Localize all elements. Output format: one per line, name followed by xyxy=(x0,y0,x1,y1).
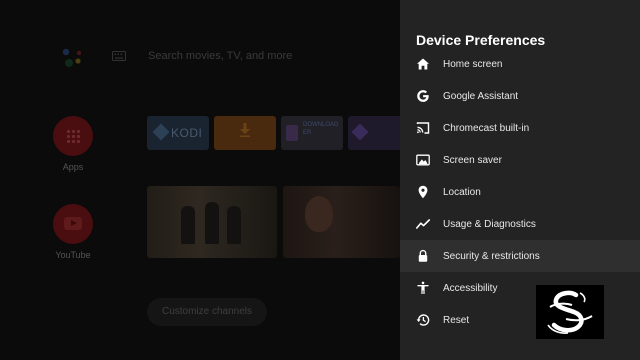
gothic-s-logo-icon xyxy=(547,290,593,334)
home-icon xyxy=(416,57,430,71)
kodi-logo-icon xyxy=(152,123,170,141)
google-g-icon xyxy=(416,89,430,103)
channel-watermark-logo xyxy=(536,285,604,339)
preview-figure xyxy=(205,202,219,244)
youtube-label: YouTube xyxy=(55,250,91,260)
menu-item-label: Accessibility xyxy=(443,282,498,294)
channel-preview-card[interactable] xyxy=(147,186,277,258)
menu-item-label: Home screen xyxy=(443,58,503,70)
customize-channels-button[interactable]: Customize channels xyxy=(147,298,267,326)
device-preferences-panel: Device Preferences Home screen Google As… xyxy=(400,0,640,360)
preview-figure xyxy=(181,206,195,244)
menu-item-home-screen[interactable]: Home screen xyxy=(400,50,640,80)
app-tile-partial[interactable] xyxy=(348,116,400,150)
menu-item-label: Security & restrictions xyxy=(443,250,540,262)
menu-item-reset[interactable]: Reset xyxy=(400,304,640,336)
youtube-shortcut[interactable]: YouTube xyxy=(43,204,103,260)
menu-item-security-restrictions[interactable]: Security & restrictions xyxy=(400,240,640,272)
menu-item-chromecast[interactable]: Chromecast built-in xyxy=(400,112,640,144)
menu-item-accessibility[interactable]: Accessibility xyxy=(400,272,640,304)
downloader-tile-label: DOWNLOAD ER xyxy=(303,122,339,136)
download-app-tile[interactable] xyxy=(214,116,276,150)
downloader-app-tile[interactable]: DOWNLOAD ER xyxy=(281,116,343,150)
youtube-icon xyxy=(64,217,82,230)
menu-item-usage-diagnostics[interactable]: Usage & Diagnostics xyxy=(400,208,640,240)
home-screen-background: Search movies, TV, and more Apps YouTube… xyxy=(0,0,400,360)
download-arrow-icon xyxy=(240,123,250,137)
screen-saver-icon xyxy=(416,153,430,167)
trending-line-icon xyxy=(416,217,430,231)
apps-label: Apps xyxy=(62,162,84,172)
apps-shortcut[interactable]: Apps xyxy=(43,116,103,172)
apps-circle xyxy=(53,116,93,156)
accessibility-icon xyxy=(416,281,430,295)
menu-item-google-assistant[interactable]: Google Assistant xyxy=(400,80,640,112)
menu-item-screen-saver[interactable]: Screen saver xyxy=(400,144,640,176)
channel-preview-card[interactable] xyxy=(283,186,400,258)
panel-title: Device Preferences xyxy=(416,32,546,48)
menu-item-label: Usage & Diagnostics xyxy=(443,218,536,230)
downloader-logo-icon xyxy=(286,125,298,141)
menu-item-location[interactable]: Location xyxy=(400,176,640,208)
lock-icon xyxy=(416,249,430,263)
cast-icon xyxy=(416,121,430,135)
menu-item-label: Chromecast built-in xyxy=(443,122,530,134)
youtube-circle xyxy=(53,204,93,244)
preview-figure xyxy=(227,206,241,244)
apps-grid-icon xyxy=(66,129,80,143)
menu-item-label: Location xyxy=(443,186,481,198)
menu-item-label: Reset xyxy=(443,314,470,326)
search-placeholder[interactable]: Search movies, TV, and more xyxy=(148,50,292,62)
app-logo-icon xyxy=(351,123,369,141)
menu-item-label: Screen saver xyxy=(443,154,502,166)
google-assistant-icon[interactable] xyxy=(60,46,86,68)
location-pin-icon xyxy=(416,185,430,199)
preferences-menu: Home screen Google Assistant Chromecast … xyxy=(400,50,640,336)
kodi-tile-label: KODI xyxy=(171,126,203,140)
keyboard-icon[interactable] xyxy=(112,51,126,61)
menu-item-label: Google Assistant xyxy=(443,90,519,102)
kodi-app-tile[interactable]: KODI xyxy=(147,116,209,150)
reset-history-icon xyxy=(416,313,430,327)
preview-portrait xyxy=(305,196,333,232)
